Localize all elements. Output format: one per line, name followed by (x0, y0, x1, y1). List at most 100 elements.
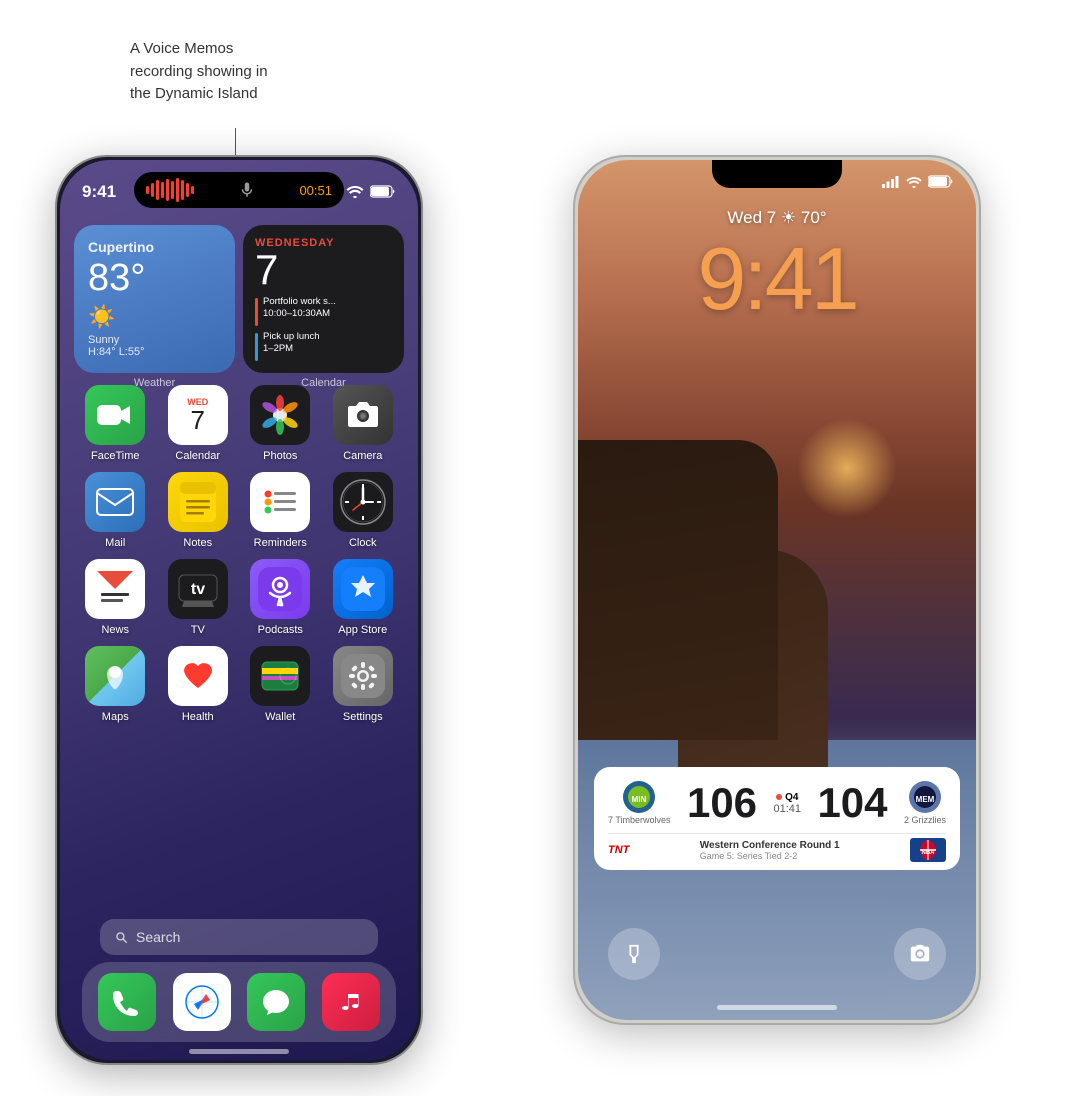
app-settings[interactable]: Settings (327, 646, 399, 723)
notes-icon (168, 472, 228, 532)
app-health[interactable]: Health (162, 646, 234, 723)
nba-game-status: Q4 01:41 (773, 792, 801, 815)
phone-silent-switch[interactable] (55, 337, 57, 397)
cliff-left (578, 440, 778, 740)
wifi-icon-right (906, 176, 922, 188)
app-facetime[interactable]: FaceTime (79, 385, 151, 462)
calendar-widget[interactable]: WEDNESDAY 7 Portfolio work s... 10:00–10… (243, 225, 404, 373)
cal-event-2-time: 1–2PM (263, 343, 320, 355)
app-reminders[interactable]: Reminders (244, 472, 316, 549)
settings-icon (333, 646, 393, 706)
dynamic-island[interactable]: 00:51 (134, 172, 344, 208)
app-news[interactable]: News (79, 559, 151, 636)
clock-icon (333, 472, 393, 532)
signal-icon (882, 176, 900, 188)
dock-safari[interactable] (173, 973, 231, 1031)
nba-scores: MIN 7 Timberwolves 106 Q4 01:41 104 (608, 779, 946, 827)
dock (82, 962, 396, 1042)
maps-label: Maps (102, 711, 129, 723)
status-bar-right (578, 160, 976, 195)
cal-event-1-time: 10:00–10:30AM (263, 308, 336, 320)
camera-button[interactable] (894, 928, 946, 980)
battery-icon-right (928, 175, 954, 188)
app-maps[interactable]: Maps (79, 646, 151, 723)
lock-time-text: 9:41 (697, 229, 856, 328)
app-row-1: FaceTime WED 7 Calendar (74, 385, 404, 462)
nba-info: TNT Western Conference Round 1 Game 5: S… (608, 838, 946, 862)
phone-left: 9:41 00:51 Cupertino 83° ☀️ Sunny (55, 155, 423, 1065)
facetime-icon (85, 385, 145, 445)
annotation-text: A Voice Memos recording showing in the D… (130, 38, 268, 106)
live-dot (776, 794, 782, 800)
nba-widget[interactable]: MIN 7 Timberwolves 106 Q4 01:41 104 (594, 767, 960, 870)
status-icons (346, 185, 396, 198)
app-photos[interactable]: Photos (244, 385, 316, 462)
wifi-icon (346, 185, 364, 198)
podcasts-icon (250, 559, 310, 619)
team1-score: 106 (687, 779, 757, 827)
nba-network-info: TNT (608, 844, 629, 856)
camera-icon (333, 385, 393, 445)
lock-date-text: Wed 7 ☀ 70° (727, 208, 826, 227)
app-calendar[interactable]: WED 7 Calendar (162, 385, 234, 462)
phone-volume-up[interactable] (55, 417, 57, 497)
dock-phone[interactable] (98, 973, 156, 1031)
nba-quarter: Q4 (776, 792, 798, 803)
weather-widget[interactable]: Cupertino 83° ☀️ Sunny H:84° L:55° (74, 225, 235, 373)
phone-volume-down[interactable] (55, 517, 57, 597)
timberwolves-logo: MIN (623, 781, 655, 813)
di-timer: 00:51 (299, 183, 332, 198)
app-row-3: News tv TV (74, 559, 404, 636)
weather-city: Cupertino (88, 239, 221, 255)
grizzlies-logo: MEM (909, 781, 941, 813)
settings-label: Settings (343, 711, 383, 723)
battery-icon (370, 185, 396, 198)
home-indicator-left (189, 1049, 289, 1054)
app-camera[interactable]: Camera (327, 385, 399, 462)
app-tv[interactable]: tv TV (162, 559, 234, 636)
weather-emoji: ☀️ (88, 304, 221, 330)
search-placeholder: Search (136, 929, 180, 945)
weather-temp: 83° (88, 257, 221, 300)
status-time: 9:41 (82, 182, 116, 202)
health-label: Health (182, 711, 214, 723)
photos-icon (250, 385, 310, 445)
phone-power-button[interactable] (421, 407, 423, 517)
nba-team2: MEM 2 Grizzlies (904, 781, 946, 825)
app-appstore[interactable]: App Store (327, 559, 399, 636)
lockscreen-bottom (578, 928, 976, 980)
app-clock[interactable]: Clock (327, 472, 399, 549)
cal-day-num: 7 (255, 249, 392, 291)
news-icon (85, 559, 145, 619)
home-indicator-right (717, 1005, 837, 1010)
tnt-logo: TNT (608, 844, 629, 856)
nba-logo: NBA (910, 838, 946, 862)
app-grid: FaceTime WED 7 Calendar (74, 385, 404, 733)
reminders-label: Reminders (254, 537, 307, 549)
microphone-icon (238, 181, 256, 199)
nba-divider (608, 833, 946, 834)
team2-seed: 2 Grizzlies (904, 815, 946, 825)
cal-event-1: Portfolio work s... 10:00–10:30AM (255, 296, 392, 326)
dock-music[interactable] (322, 973, 380, 1031)
calendar-app-label: Calendar (175, 450, 220, 462)
lock-date: Wed 7 ☀ 70° (578, 208, 976, 228)
svg-text:NBA: NBA (921, 850, 935, 856)
svg-text:tv: tv (191, 581, 205, 598)
appstore-icon (333, 559, 393, 619)
app-mail[interactable]: Mail (79, 472, 151, 549)
flashlight-button[interactable] (608, 928, 660, 980)
notes-label: Notes (183, 537, 212, 549)
news-label: News (101, 624, 129, 636)
app-wallet[interactable]: Wallet (244, 646, 316, 723)
lock-time: 9:41 (578, 228, 976, 330)
maps-icon (85, 646, 145, 706)
dock-messages[interactable] (247, 973, 305, 1031)
nba-game-title: Western Conference Round 1 (700, 840, 840, 851)
search-bar[interactable]: Search (100, 919, 378, 955)
app-notes[interactable]: Notes (162, 472, 234, 549)
clock-label: Clock (349, 537, 377, 549)
wallet-label: Wallet (265, 711, 295, 723)
status-right-icons (882, 175, 954, 188)
app-podcasts[interactable]: Podcasts (244, 559, 316, 636)
